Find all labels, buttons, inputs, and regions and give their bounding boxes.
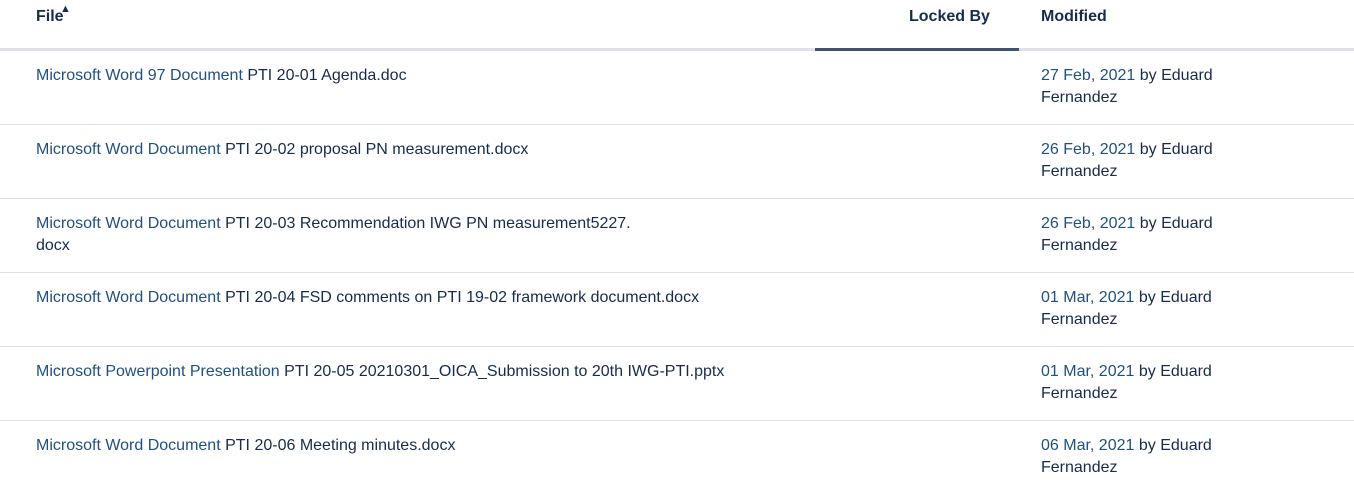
file-name[interactable]: PTI 20-04 FSD comments on PTI 19-02 fram…	[225, 289, 699, 306]
file-type-link[interactable]: Microsoft Word Document	[36, 437, 221, 454]
column-header-modified[interactable]: Modified	[1041, 8, 1107, 26]
by-label: by	[1139, 67, 1157, 84]
modified-date-link[interactable]: 26 Feb, 2021	[1041, 141, 1135, 158]
by-label: by	[1139, 141, 1157, 158]
modified-cell: 01 Mar, 2021 by Eduard Fernandez	[1041, 287, 1281, 331]
table-row: Microsoft Word Document PTI 20-03 Recomm…	[0, 199, 1354, 273]
attachments-table: File ▲ Locked By Modified Microsoft Word…	[0, 0, 1354, 495]
file-name[interactable]: PTI 20-06 Meeting minutes.docx	[225, 437, 455, 454]
by-label: by	[1138, 437, 1156, 454]
modified-cell: 26 Feb, 2021 by Eduard Fernandez	[1041, 139, 1281, 183]
modified-date-link[interactable]: 26 Feb, 2021	[1041, 215, 1135, 232]
by-label: by	[1139, 215, 1157, 232]
file-type-link[interactable]: Microsoft Word Document	[36, 289, 221, 306]
by-label: by	[1138, 289, 1156, 306]
file-cell: Microsoft Word Document PTI 20-04 FSD co…	[36, 287, 796, 309]
table-row: Microsoft Word Document PTI 20-04 FSD co…	[0, 273, 1354, 347]
file-cell: Microsoft Powerpoint Presentation PTI 20…	[36, 361, 796, 383]
column-header-locked-by[interactable]: Locked By	[909, 8, 990, 26]
file-cell: Microsoft Word Document PTI 20-06 Meetin…	[36, 435, 796, 457]
file-type-link[interactable]: Microsoft Word 97 Document	[36, 67, 243, 84]
table-body: Microsoft Word 97 Document PTI 20-01 Age…	[0, 51, 1354, 495]
file-type-link[interactable]: Microsoft Powerpoint Presentation	[36, 363, 280, 380]
modified-date-link[interactable]: 06 Mar, 2021	[1041, 437, 1134, 454]
file-cell: Microsoft Word Document PTI 20-03 Recomm…	[36, 213, 796, 257]
table-header: File ▲ Locked By Modified	[0, 0, 1354, 51]
table-row: Microsoft Word 97 Document PTI 20-01 Age…	[0, 51, 1354, 125]
by-label: by	[1138, 363, 1156, 380]
modified-cell: 27 Feb, 2021 by Eduard Fernandez	[1041, 65, 1281, 109]
modified-date-link[interactable]: 01 Mar, 2021	[1041, 289, 1134, 306]
table-row: Microsoft Word Document PTI 20-02 propos…	[0, 125, 1354, 199]
file-name[interactable]: PTI 20-05 20210301_OICA_Submission to 20…	[284, 363, 724, 380]
table-row: Microsoft Word Document PTI 20-06 Meetin…	[0, 421, 1354, 495]
table-row: Microsoft Powerpoint Presentation PTI 20…	[0, 347, 1354, 421]
file-name[interactable]: PTI 20-02 proposal PN measurement.docx	[225, 141, 528, 158]
modified-date-link[interactable]: 01 Mar, 2021	[1041, 363, 1134, 380]
sort-ascending-icon[interactable]: ▲	[60, 4, 74, 15]
file-name[interactable]: PTI 20-01 Agenda.doc	[247, 67, 406, 84]
file-cell: Microsoft Word Document PTI 20-02 propos…	[36, 139, 796, 161]
modified-date-link[interactable]: 27 Feb, 2021	[1041, 67, 1135, 84]
file-cell: Microsoft Word 97 Document PTI 20-01 Age…	[36, 65, 796, 87]
modified-cell: 26 Feb, 2021 by Eduard Fernandez	[1041, 213, 1281, 257]
file-type-link[interactable]: Microsoft Word Document	[36, 141, 221, 158]
modified-cell: 01 Mar, 2021 by Eduard Fernandez	[1041, 361, 1281, 405]
modified-cell: 06 Mar, 2021 by Eduard Fernandez	[1041, 435, 1281, 479]
file-type-link[interactable]: Microsoft Word Document	[36, 215, 221, 232]
